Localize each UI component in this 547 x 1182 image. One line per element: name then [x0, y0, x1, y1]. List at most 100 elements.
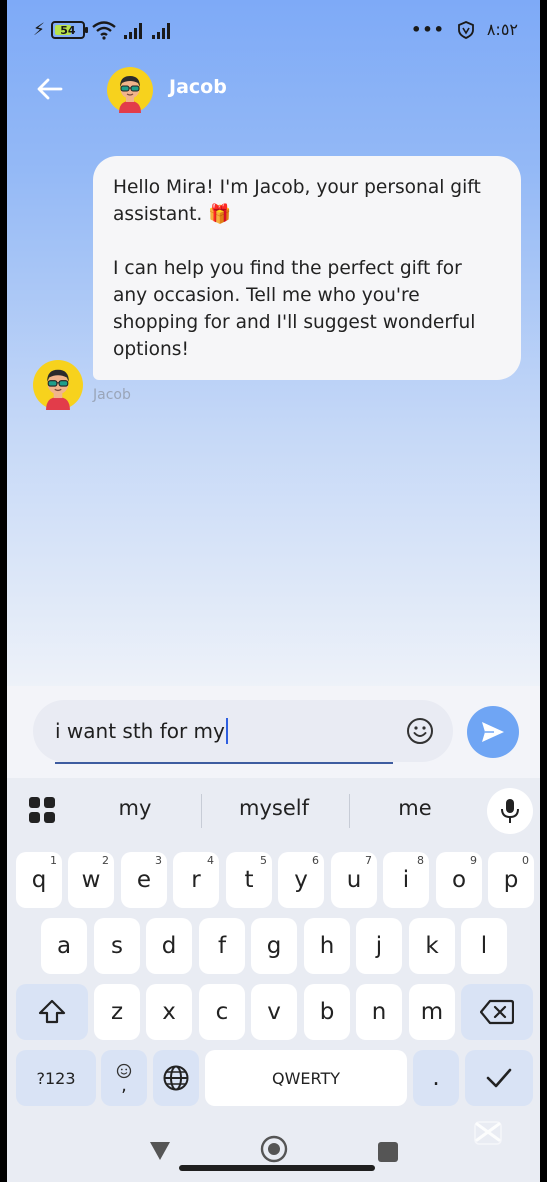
nav-recents-icon[interactable] [378, 1142, 398, 1162]
key-hint: 0 [522, 854, 529, 867]
key-h[interactable]: h [304, 918, 350, 974]
key-a[interactable]: a [41, 918, 87, 974]
battery-percent: 54 [60, 23, 76, 37]
status-bar: ⚡ 54 ••• ٨:٥٢ [7, 0, 540, 62]
suggestion-1[interactable]: my [105, 796, 165, 820]
key-s[interactable]: s [94, 918, 140, 974]
status-clock: ٨:٥٢ [486, 20, 518, 39]
sender-avatar [33, 360, 83, 410]
key-d[interactable]: d [146, 918, 192, 974]
charging-icon: ⚡ [33, 20, 45, 40]
key-label: q [31, 867, 47, 893]
key-label: y [294, 867, 308, 893]
apps-grid-icon[interactable] [28, 796, 56, 824]
key-hint: 8 [417, 854, 424, 867]
key-hint: 7 [365, 854, 372, 867]
suggestion-strip: my myself me [7, 778, 540, 844]
status-left: ⚡ 54 [33, 20, 173, 40]
key-e[interactable]: e3 [121, 852, 167, 908]
key-l[interactable]: l [461, 918, 507, 974]
key-hint: 9 [470, 854, 477, 867]
emoji-icon[interactable] [405, 716, 435, 746]
home-indicator[interactable] [179, 1165, 375, 1171]
key-u[interactable]: u7 [331, 852, 377, 908]
shift-key[interactable] [16, 984, 88, 1040]
text-caret [225, 718, 228, 744]
nav-back-icon[interactable] [148, 1140, 172, 1162]
composer-bar: i want sth for my [7, 686, 540, 778]
signal-icon-2 [151, 23, 170, 39]
key-c[interactable]: c [199, 984, 245, 1040]
contact-name: Jacob [169, 76, 227, 98]
key-w[interactable]: w2 [68, 852, 114, 908]
key-hint: 3 [155, 854, 162, 867]
checkmark-icon [486, 1068, 512, 1088]
language-key[interactable] [153, 1050, 199, 1106]
contact-avatar[interactable] [107, 67, 153, 113]
emoji-comma-key[interactable]: , [101, 1050, 147, 1106]
enter-key[interactable] [465, 1050, 533, 1106]
key-label: i [402, 867, 410, 893]
backspace-icon [480, 999, 514, 1025]
key-v[interactable]: v [251, 984, 297, 1040]
phone-screen: ⚡ 54 ••• ٨:٥٢ Jacob Hello Mira! I'm Jaco… [7, 0, 540, 1182]
key-hint: 4 [207, 854, 214, 867]
key-b[interactable]: b [304, 984, 350, 1040]
key-q[interactable]: q1 [16, 852, 62, 908]
battery-icon: 54 [50, 21, 88, 39]
input-underline [55, 762, 393, 764]
comma-label: , [121, 1075, 127, 1096]
key-f[interactable]: f [199, 918, 245, 974]
suggestion-2[interactable]: myself [229, 796, 319, 820]
key-label: p [503, 867, 519, 893]
globe-icon [163, 1065, 189, 1091]
key-o[interactable]: o9 [436, 852, 482, 908]
key-n[interactable]: n [356, 984, 402, 1040]
key-x[interactable]: x [146, 984, 192, 1040]
key-p[interactable]: p0 [488, 852, 534, 908]
symbols-key[interactable]: ?123 [16, 1050, 96, 1106]
sender-name: Jacob [93, 387, 131, 403]
send-button[interactable] [467, 706, 519, 758]
key-m[interactable]: m [409, 984, 455, 1040]
space-bar[interactable]: QWERTY [205, 1050, 407, 1106]
back-arrow-icon[interactable] [35, 74, 65, 104]
shift-icon [38, 999, 66, 1024]
message-input-value: i want sth for my [55, 719, 225, 743]
more-notifications-icon: ••• [411, 20, 445, 39]
key-k[interactable]: k [409, 918, 455, 974]
status-right: ••• ٨:٥٢ [411, 20, 518, 39]
key-t[interactable]: t5 [226, 852, 272, 908]
nav-home-icon[interactable] [259, 1134, 289, 1164]
key-label: e [136, 867, 152, 893]
signal-icon [123, 23, 142, 39]
period-key[interactable]: . [413, 1050, 459, 1106]
message-input[interactable]: i want sth for my [33, 700, 453, 764]
key-y[interactable]: y6 [278, 852, 324, 908]
message-bubble: Hello Mira! I'm Jacob, your personal gif… [93, 156, 521, 380]
key-label: t [244, 867, 254, 893]
chat-header: Jacob [7, 62, 540, 118]
suggestion-separator [349, 794, 350, 828]
voice-input-button[interactable] [487, 788, 533, 834]
microphone-icon [501, 799, 519, 823]
key-g[interactable]: g [251, 918, 297, 974]
system-nav-bar [7, 1110, 540, 1182]
key-hint: 1 [50, 854, 57, 867]
suggestion-separator [201, 794, 202, 828]
key-label: o [451, 867, 467, 893]
send-icon [482, 722, 504, 742]
vpn-shield-icon [457, 20, 474, 39]
key-label: u [346, 867, 362, 893]
backspace-key[interactable] [461, 984, 533, 1040]
suggestion-3[interactable]: me [385, 796, 445, 820]
key-j[interactable]: j [356, 918, 402, 974]
key-i[interactable]: i8 [383, 852, 429, 908]
message-input-text[interactable]: i want sth for my [55, 718, 228, 744]
key-r[interactable]: r4 [173, 852, 219, 908]
message-text: Hello Mira! I'm Jacob, your personal gif… [113, 177, 481, 360]
key-label: w [81, 867, 101, 893]
key-hint: 5 [260, 854, 267, 867]
key-z[interactable]: z [94, 984, 140, 1040]
key-label: r [191, 867, 201, 893]
